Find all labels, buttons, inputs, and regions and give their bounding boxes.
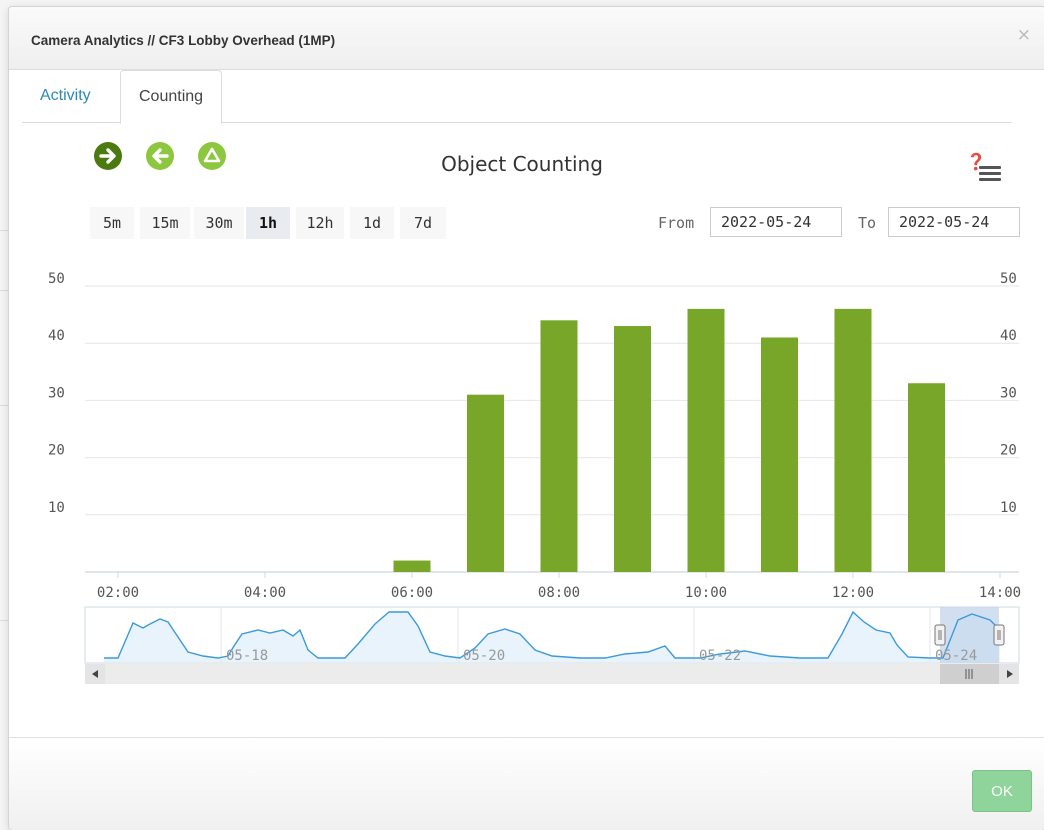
- navigator-scrollbar[interactable]: [85, 664, 1019, 684]
- y-tick-label-left: 40: [48, 328, 65, 344]
- navigator-label: 05-18: [226, 648, 268, 664]
- x-tick-label: 10:00: [685, 585, 727, 601]
- y-tick-label-right: 20: [1000, 443, 1017, 459]
- x-tick-label: 08:00: [538, 585, 580, 601]
- bar: [467, 394, 504, 572]
- x-tick-label: 14:00: [979, 585, 1021, 601]
- y-tick-label-right: 50: [1000, 271, 1017, 287]
- navigator-handle-left[interactable]: [934, 624, 946, 646]
- x-tick-label: 06:00: [391, 585, 433, 601]
- x-tick-label: 02:00: [97, 585, 139, 601]
- bar: [834, 308, 872, 572]
- navigator-label: 05-24: [935, 648, 977, 664]
- navigator-label: 05-20: [463, 648, 505, 664]
- y-tick-label-left: 10: [48, 500, 65, 516]
- navigator-handle-right[interactable]: [993, 624, 1005, 646]
- bar: [614, 326, 651, 572]
- y-tick-label-left: 20: [48, 443, 65, 459]
- y-tick-label-left: 50: [48, 271, 65, 287]
- bar: [687, 308, 725, 572]
- y-tick-label-right: 10: [1000, 500, 1017, 516]
- bar: [393, 560, 431, 572]
- y-tick-label-right: 30: [1000, 385, 1017, 401]
- y-axis-left: 10 20 30 40 50: [48, 271, 65, 516]
- bar: [908, 383, 945, 572]
- navigator-label: 05-22: [699, 648, 741, 664]
- bar: [540, 320, 578, 572]
- object-counting-chart: 10 20 30 40 50 10 20 30 40 50 02:00 04:00 06:00 08:…: [48, 271, 1021, 684]
- y-tick-label-right: 40: [1000, 328, 1017, 344]
- y-tick-label-left: 30: [48, 385, 65, 401]
- x-axis: 02:00 04:00 06:00 08:00 10:00 12:00 14:00: [97, 572, 1021, 601]
- dialog-footer: [9, 737, 1044, 830]
- x-tick-label: 12:00: [832, 585, 874, 601]
- x-tick-label: 04:00: [244, 585, 286, 601]
- ok-button[interactable]: OK: [972, 770, 1032, 812]
- y-axis-right: 10 20 30 40 50: [1000, 271, 1017, 516]
- bar-series: [393, 308, 945, 572]
- navigator: 05-18 05-20 05-22 05-24: [84, 606, 1020, 684]
- bar: [761, 337, 798, 572]
